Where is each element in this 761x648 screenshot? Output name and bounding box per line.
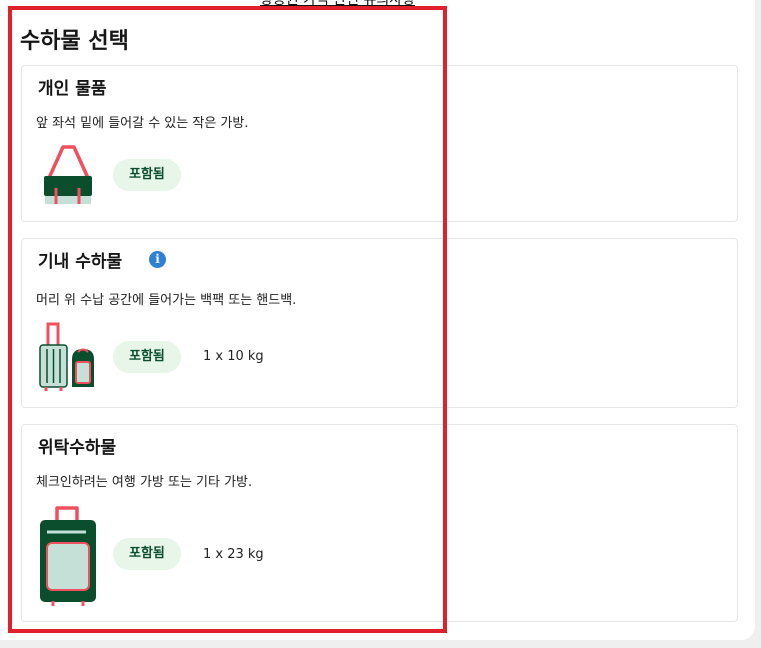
card-desc-personal-item: 앞 좌석 밑에 들어갈 수 있는 작은 가방. xyxy=(36,116,249,131)
card-title-carry-on: 기내 수하물 xyxy=(38,252,123,272)
checked-bag-card: 위탁수하물 체크인하려는 여행 가방 또는 기타 가방. 포함됨 1 x 23 … xyxy=(21,424,738,622)
checked-suitcase-icon xyxy=(40,506,96,606)
card-title-personal-item: 개인 물품 xyxy=(38,79,107,99)
included-badge: 포함됨 xyxy=(113,341,181,373)
checked-bag-weight: 1 x 23 kg xyxy=(203,547,264,562)
card-desc-checked-bag: 체크인하려는 여행 가방 또는 기타 가방. xyxy=(36,475,253,490)
personal-item-card: 개인 물품 앞 좌석 밑에 들어갈 수 있는 작은 가방. 포함됨 xyxy=(21,65,738,222)
fare-notice-link[interactable]: 항공권 가격 관련 유의사항 xyxy=(260,0,415,9)
card-title-checked-bag: 위탁수하물 xyxy=(38,438,117,458)
carry-on-luggage-icon xyxy=(39,322,94,391)
carry-on-card: 기내 수하물 i 머리 위 수납 공간에 들어가는 백팩 또는 핸드백. 포함됨… xyxy=(21,238,738,408)
carry-on-weight: 1 x 10 kg xyxy=(203,349,264,364)
card-desc-carry-on: 머리 위 수납 공간에 들어가는 백팩 또는 핸드백. xyxy=(36,293,297,308)
info-icon[interactable]: i xyxy=(149,251,166,268)
section-title: 수하물 선택 xyxy=(20,29,129,54)
included-badge: 포함됨 xyxy=(113,538,181,570)
baggage-panel: 항공권 가격 관련 유의사항 › 수하물 선택 개인 물품 앞 좌석 밑에 들어… xyxy=(0,0,755,640)
chevron-right-icon: › xyxy=(478,0,484,3)
personal-item-bag-icon xyxy=(44,145,92,204)
included-badge: 포함됨 xyxy=(113,159,181,191)
